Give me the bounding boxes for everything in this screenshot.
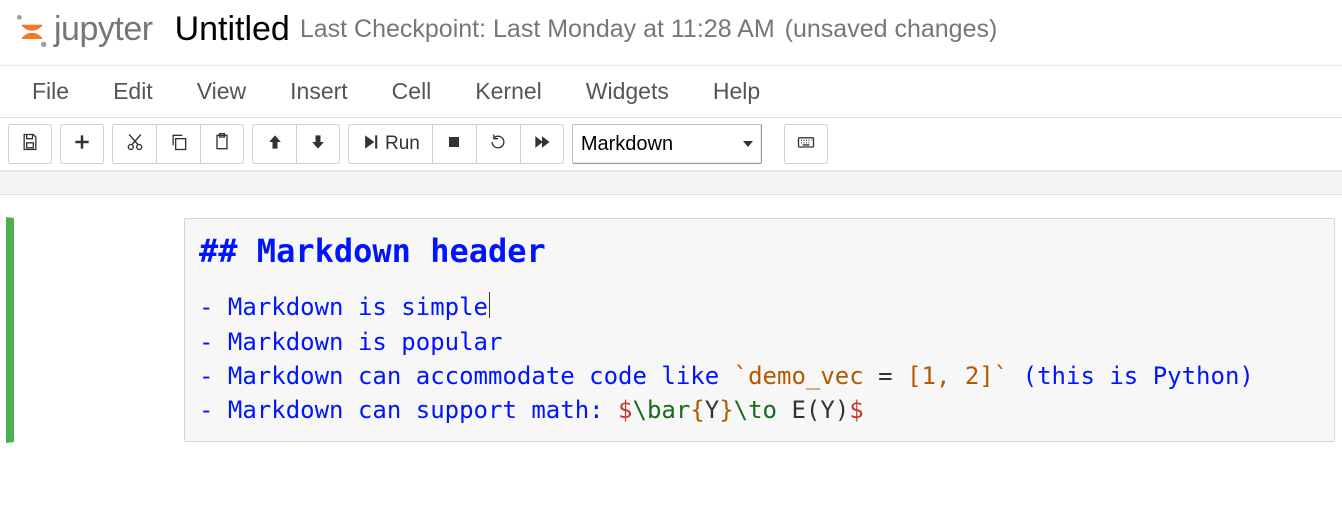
md-line-2: - Markdown is popular	[199, 325, 1320, 359]
add-icon	[72, 132, 92, 157]
jupyter-logo-text: jupyter	[54, 10, 153, 49]
restart-icon	[488, 132, 508, 157]
move-down-button[interactable]	[296, 124, 340, 164]
move-up-button[interactable]	[252, 124, 296, 164]
add-cell-button[interactable]	[60, 124, 104, 164]
text-cursor	[489, 292, 490, 318]
arrow-up-icon	[265, 132, 285, 157]
interrupt-button[interactable]	[432, 124, 476, 164]
keyboard-icon	[796, 132, 816, 157]
command-palette-button[interactable]	[784, 124, 828, 164]
menu-kernel[interactable]: Kernel	[475, 78, 541, 105]
toolbar: Run Markdown	[0, 118, 1342, 171]
stop-icon	[444, 132, 464, 157]
notebook-header: jupyter Untitled Last Checkpoint: Last M…	[0, 0, 1342, 65]
menu-widgets[interactable]: Widgets	[586, 78, 669, 105]
restart-run-all-button[interactable]	[520, 124, 564, 164]
menu-view[interactable]: View	[197, 78, 246, 105]
play-step-icon	[361, 132, 381, 157]
copy-icon	[169, 132, 189, 157]
cell-type-select[interactable]: Markdown	[572, 124, 762, 164]
notebook-title[interactable]: Untitled	[175, 10, 290, 49]
markdown-cell[interactable]: ## Markdown header - Markdown is simple …	[6, 217, 1336, 443]
cell-prompt	[14, 218, 184, 442]
jupyter-logo: jupyter	[14, 10, 153, 49]
run-button-label: Run	[385, 133, 420, 155]
menu-insert[interactable]: Insert	[290, 78, 348, 105]
arrow-down-icon	[308, 132, 328, 157]
cut-icon	[125, 132, 145, 157]
unsaved-status: (unsaved changes)	[785, 15, 998, 44]
toolbar-separator	[0, 171, 1342, 195]
fast-forward-icon	[532, 132, 552, 157]
cell-type-select-wrap: Markdown	[572, 124, 762, 164]
md-line-4: - Markdown can support math: $\bar{Y}\to…	[199, 393, 1320, 427]
paste-icon	[212, 132, 232, 157]
cut-button[interactable]	[112, 124, 156, 164]
menu-help[interactable]: Help	[713, 78, 760, 105]
menu-file[interactable]: File	[32, 78, 69, 105]
md-header-line: ## Markdown header	[199, 229, 1320, 274]
jupyter-icon	[14, 12, 50, 48]
notebook-area: ## Markdown header - Markdown is simple …	[0, 195, 1342, 453]
cell-editor[interactable]: ## Markdown header - Markdown is simple …	[184, 218, 1335, 442]
checkpoint-status: Last Checkpoint: Last Monday at 11:28 AM	[300, 15, 775, 44]
save-icon	[20, 132, 40, 157]
menubar: File Edit View Insert Cell Kernel Widget…	[0, 65, 1342, 118]
md-line-1: - Markdown is simple	[199, 290, 1320, 324]
menu-edit[interactable]: Edit	[113, 78, 153, 105]
restart-button[interactable]	[476, 124, 520, 164]
paste-button[interactable]	[200, 124, 244, 164]
menu-cell[interactable]: Cell	[392, 78, 432, 105]
copy-button[interactable]	[156, 124, 200, 164]
save-button[interactable]	[8, 124, 52, 164]
run-button[interactable]: Run	[348, 124, 432, 164]
md-line-3: - Markdown can accommodate code like `de…	[199, 359, 1320, 393]
